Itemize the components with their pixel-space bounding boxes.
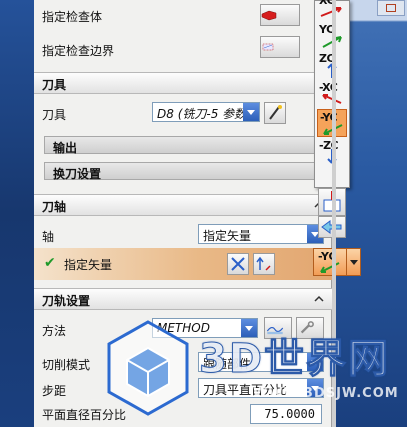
axis-select[interactable]: 指定矢量 (198, 224, 324, 244)
method-label: 方法 (42, 324, 67, 338)
row-specify-vector: ✔ 指定矢量 (34, 248, 332, 280)
chevron-down-icon (243, 103, 259, 121)
stepover-label: 步距 (42, 384, 67, 398)
check-icon: ✔ (44, 255, 56, 271)
tool-edit-icon (269, 105, 282, 120)
check-boundary-label: 指定检查边界 (42, 44, 115, 58)
select-check-boundary-button[interactable] (260, 36, 300, 58)
cut-mode-label: 切削模式 (42, 358, 91, 372)
tool-select[interactable]: D8 (铣刀-5 参数 (152, 102, 260, 122)
reverse-icon (256, 256, 271, 271)
cube-logo-icon (107, 320, 189, 416)
vector-cross-icon (231, 257, 245, 271)
boundary-icon (262, 43, 274, 51)
site-watermark: 3D世界网 WWW.3DSJW.COM (103, 318, 403, 426)
subsection-output[interactable]: 输出 (44, 136, 328, 155)
select-check-body-button[interactable] (260, 4, 300, 26)
body-red-icon (261, 10, 277, 21)
axis-select-value: 指定矢量 (203, 229, 252, 243)
specify-vector-label: 指定矢量 (64, 258, 113, 272)
row-axis: 轴 指定矢量 (34, 222, 332, 248)
section-path-header[interactable]: 刀轨设置 (34, 288, 332, 310)
output-label: 输出 (53, 141, 78, 155)
reverse-direction-button[interactable] (253, 253, 275, 275)
row-check-body: 指定检查体 (34, 2, 332, 28)
section-path-title: 刀轨设置 (42, 294, 91, 308)
window-restore-button[interactable] (377, 0, 405, 16)
current-vector-button[interactable]: -YC (313, 248, 361, 276)
row-check-boundary: 指定检查边界 (34, 36, 332, 62)
background-left (0, 0, 34, 427)
arrow-neg-yc-icon (320, 262, 340, 273)
tool-label: 刀具 (42, 108, 67, 122)
watermark-url: WWW.3DSJW.COM (253, 386, 399, 401)
chevron-down-icon[interactable] (346, 249, 360, 275)
subsection-tool-change[interactable]: 换刀设置 (44, 162, 328, 181)
check-body-label: 指定检查体 (42, 10, 103, 24)
restore-icon (386, 4, 396, 12)
tool-change-label: 换刀设置 (53, 167, 102, 181)
vector-dialog-button[interactable] (227, 253, 249, 275)
row-tool: 刀具 D8 (铣刀-5 参数 (34, 100, 332, 126)
section-tool-header[interactable]: 刀具 (34, 72, 332, 94)
collapse-path-icon[interactable] (312, 292, 326, 306)
section-tool-title: 刀具 (42, 78, 67, 92)
section-axis-header[interactable]: 刀轴 (34, 194, 332, 216)
new-tool-button[interactable] (264, 102, 286, 124)
watermark-text: 3D世界网 (198, 336, 391, 383)
tool-select-value: D8 (铣刀-5 参数 (157, 107, 247, 121)
section-axis-title: 刀轴 (42, 200, 67, 214)
axis-label: 轴 (42, 230, 55, 244)
